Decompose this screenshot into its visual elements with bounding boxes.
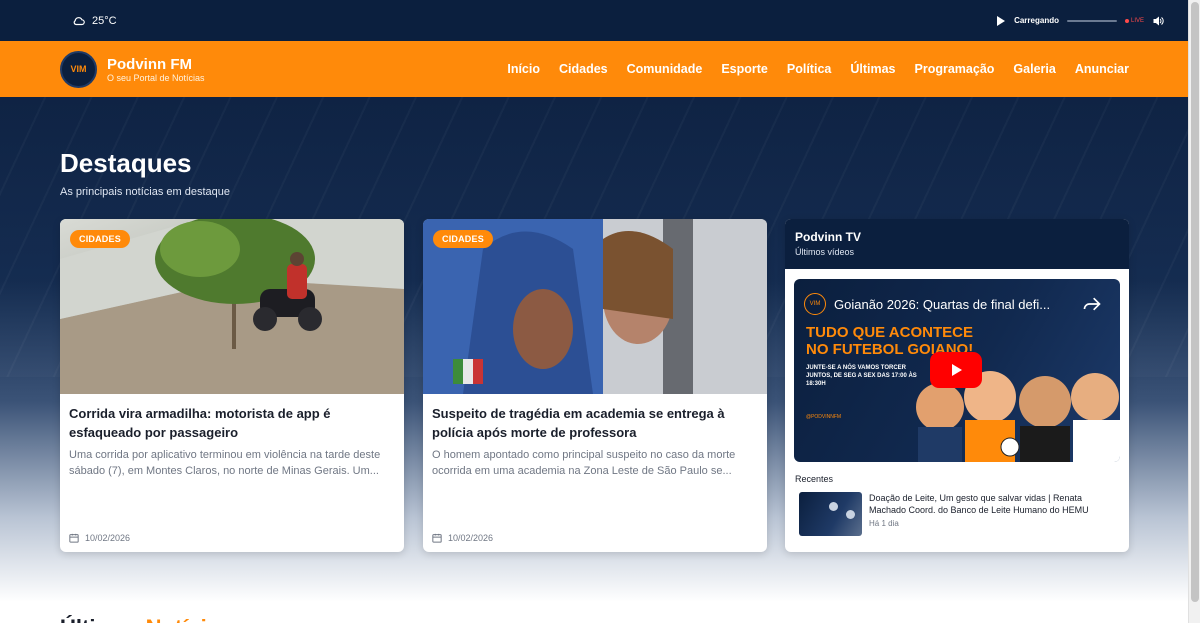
player-status: Carregando xyxy=(1014,16,1059,25)
video-player[interactable]: VIM Goianão 2026: Quartas de final defi.… xyxy=(794,279,1120,462)
recent-video-time: Há 1 dia xyxy=(869,519,899,528)
recent-label: Recentes xyxy=(795,474,834,484)
thumbnail-avatar xyxy=(829,502,838,511)
player-progress[interactable] xyxy=(1066,19,1117,22)
news-card[interactable]: CIDADES Corrida vira armadilha: motorist… xyxy=(60,219,404,552)
calendar-icon xyxy=(69,533,79,543)
top-bar: 25°C Carregando LIVE xyxy=(0,0,1188,41)
radio-player: Carregando LIVE xyxy=(996,15,1164,27)
youtube-play-button[interactable] xyxy=(930,352,982,388)
channel-logo[interactable]: VIM xyxy=(804,293,826,315)
brand[interactable]: VIM Podvinn FM O seu Portal de Notícias xyxy=(60,50,205,88)
recent-video-title[interactable]: Doação de Leite, Um gesto que salvar vid… xyxy=(869,492,1115,516)
brand-slogan: O seu Portal de Notícias xyxy=(107,72,205,83)
video-title[interactable]: Goianão 2026: Quartas de final defi... xyxy=(834,297,1074,312)
brand-name: Podvinn FM xyxy=(107,55,192,73)
tv-subtitle: Últimos vídeos xyxy=(795,247,855,257)
tv-header: Podvinn TV Últimos vídeos xyxy=(785,219,1129,269)
weather-widget: 25°C xyxy=(72,14,117,28)
section-title: Destaques xyxy=(60,148,192,178)
thumbnail-avatar xyxy=(846,510,855,519)
video-header: VIM Goianão 2026: Quartas de final defi.… xyxy=(804,293,1112,315)
nav-item-esporte[interactable]: Esporte xyxy=(721,62,768,76)
site-logo[interactable]: VIM xyxy=(60,50,97,88)
category-badge[interactable]: CIDADES xyxy=(70,230,130,248)
recent-video-item[interactable]: Doação de Leite, Um gesto que salvar vid… xyxy=(785,484,1129,536)
news-excerpt: O homem apontado como principal suspeito… xyxy=(432,449,736,477)
news-date-text: 10/02/2026 xyxy=(85,533,131,543)
news-image[interactable]: CIDADES xyxy=(60,219,404,394)
live-label: LIVE xyxy=(1130,17,1144,24)
nav-item-ultimas[interactable]: Últimas xyxy=(850,62,895,76)
news-date: 10/02/2026 xyxy=(69,533,130,543)
category-badge[interactable]: CIDADES xyxy=(433,230,493,248)
volume-icon[interactable] xyxy=(1152,15,1164,27)
news-excerpt: Uma corrida por aplicativo terminou em v… xyxy=(69,449,381,477)
logo-text: VIM xyxy=(70,64,87,74)
news-title[interactable]: Corrida vira armadilha: motorista de app… xyxy=(60,394,404,442)
nav-item-comunidade[interactable]: Comunidade xyxy=(627,62,703,76)
nav-item-cidades[interactable]: Cidades xyxy=(559,62,608,76)
recent-video-thumbnail[interactable] xyxy=(799,492,862,536)
latest-news-title: Últimas Notícias xyxy=(60,615,231,623)
news-card[interactable]: CIDADES Suspeito de tragédia em academia… xyxy=(423,219,767,552)
live-indicator: LIVE xyxy=(1124,17,1144,24)
news-title[interactable]: Suspeito de tragédia em academia se entr… xyxy=(423,394,767,442)
tv-widget: Podvinn TV Últimos vídeos VIM Goianão 20… xyxy=(785,219,1129,552)
play-icon xyxy=(952,364,962,376)
news-date-text: 10/02/2026 xyxy=(448,533,494,543)
news-date: 10/02/2026 xyxy=(432,533,493,543)
latest-title-part-2: Notícias xyxy=(146,615,232,623)
temperature: 25°C xyxy=(92,14,117,27)
live-dot xyxy=(1124,18,1129,23)
nav-item-programacao[interactable]: Programação xyxy=(915,62,995,76)
nav-item-anunciar[interactable]: Anunciar xyxy=(1075,62,1129,76)
calendar-icon xyxy=(432,533,442,543)
scrollbar-thumb[interactable] xyxy=(1191,2,1199,602)
video-handle: @PODVINNFM xyxy=(806,414,842,420)
nav-item-politica[interactable]: Política xyxy=(787,62,831,76)
channel-logo-text: VIM xyxy=(809,301,821,307)
nav-menu: Início Cidades Comunidade Esporte Políti… xyxy=(507,62,1129,76)
main-navbar: VIM Podvinn FM O seu Portal de Notícias … xyxy=(0,41,1188,97)
video-headline-line-1: TUDO QUE ACONTECE xyxy=(806,324,973,341)
play-icon[interactable] xyxy=(996,15,1006,26)
video-schedule-text: JUNTE-SE A NÓS VAMOS TORCER JUNTOS, DE S… xyxy=(806,365,917,387)
section-subtitle: As principais notícias em destaque xyxy=(60,186,230,198)
cloud-icon xyxy=(73,16,85,25)
nav-item-galeria[interactable]: Galeria xyxy=(1013,62,1055,76)
latest-title-part-1: Últimas xyxy=(60,615,139,623)
share-icon[interactable] xyxy=(1082,294,1102,314)
news-image[interactable]: CIDADES xyxy=(423,219,767,394)
tv-title: Podvinn TV xyxy=(795,230,861,244)
nav-item-inicio[interactable]: Início xyxy=(507,62,540,76)
page-scrollbar[interactable] xyxy=(1188,0,1200,623)
